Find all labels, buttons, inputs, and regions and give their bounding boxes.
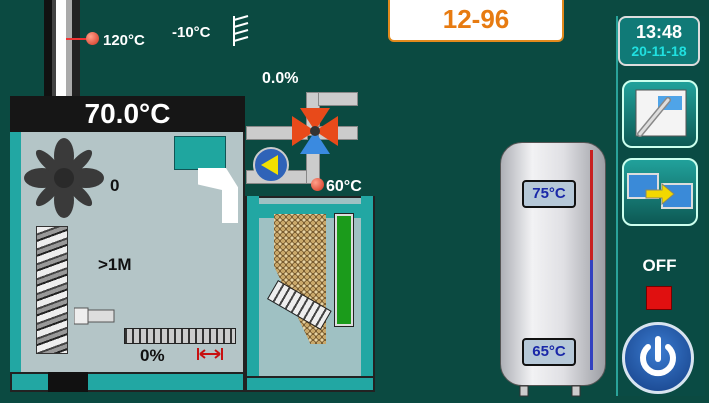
tank-feet bbox=[519, 385, 581, 397]
heat-exchanger bbox=[174, 136, 226, 170]
clock-time: 13:48 bbox=[635, 22, 683, 42]
settings-button[interactable] bbox=[622, 80, 698, 148]
clock-date: 20-11-18 bbox=[631, 43, 687, 59]
burner-grate bbox=[124, 328, 236, 344]
mixing-valve-icon bbox=[292, 108, 338, 154]
tank-hot-line bbox=[590, 150, 593, 260]
flue-sensor-icon bbox=[86, 32, 99, 45]
fuel-auger bbox=[36, 226, 68, 354]
boiler-side-panel bbox=[10, 132, 21, 372]
power-icon bbox=[640, 336, 676, 377]
burner-icon bbox=[74, 307, 115, 325]
power-button[interactable] bbox=[622, 322, 694, 394]
outdoor-temperature: -10°C bbox=[172, 24, 211, 41]
status-label: OFF bbox=[642, 256, 677, 275]
burner-power: 0% bbox=[140, 346, 165, 365]
auger-time: >1M bbox=[98, 255, 132, 274]
fan-speed: 0 bbox=[110, 176, 120, 195]
valve-position: 0.0% bbox=[262, 70, 299, 87]
thermometer-settings-icon bbox=[635, 89, 687, 137]
return-temperature: 60°C bbox=[326, 178, 362, 195]
tank-cold-line bbox=[590, 260, 593, 370]
return-sensor-icon bbox=[311, 178, 324, 191]
hopper-side bbox=[361, 196, 373, 376]
hopper-base bbox=[245, 376, 375, 392]
flue-temperature: 120°C bbox=[103, 32, 145, 49]
fan-icon[interactable] bbox=[24, 138, 104, 218]
fuel-level-gauge bbox=[335, 214, 353, 326]
boiler-control-screen: 120°C -10°C 12-96 0.0% 60°C 70.0°C 0 >1M… bbox=[0, 0, 709, 403]
clock-display[interactable]: 13:48 20-11-18 bbox=[618, 16, 700, 66]
boiler-base bbox=[10, 372, 245, 392]
boiler-temperature[interactable]: 70.0°C bbox=[10, 96, 245, 132]
chimney bbox=[44, 0, 80, 96]
flue-sensor-line bbox=[66, 38, 88, 40]
display-switch-button[interactable] bbox=[622, 158, 698, 226]
display-switch-icon bbox=[627, 173, 693, 209]
hopper-side bbox=[247, 196, 259, 376]
snowflake-wind-icon bbox=[233, 15, 249, 46]
pipe bbox=[318, 92, 358, 106]
pump-icon bbox=[253, 147, 289, 183]
distance-arrows-icon bbox=[197, 348, 223, 360]
tank-bottom-temperature: 65°C bbox=[522, 338, 576, 366]
tank-top-temperature: 75°C bbox=[522, 180, 576, 208]
code-tab[interactable]: 12-96 bbox=[388, 0, 564, 42]
ash-drawer bbox=[48, 372, 88, 392]
status-indicator bbox=[646, 286, 672, 310]
